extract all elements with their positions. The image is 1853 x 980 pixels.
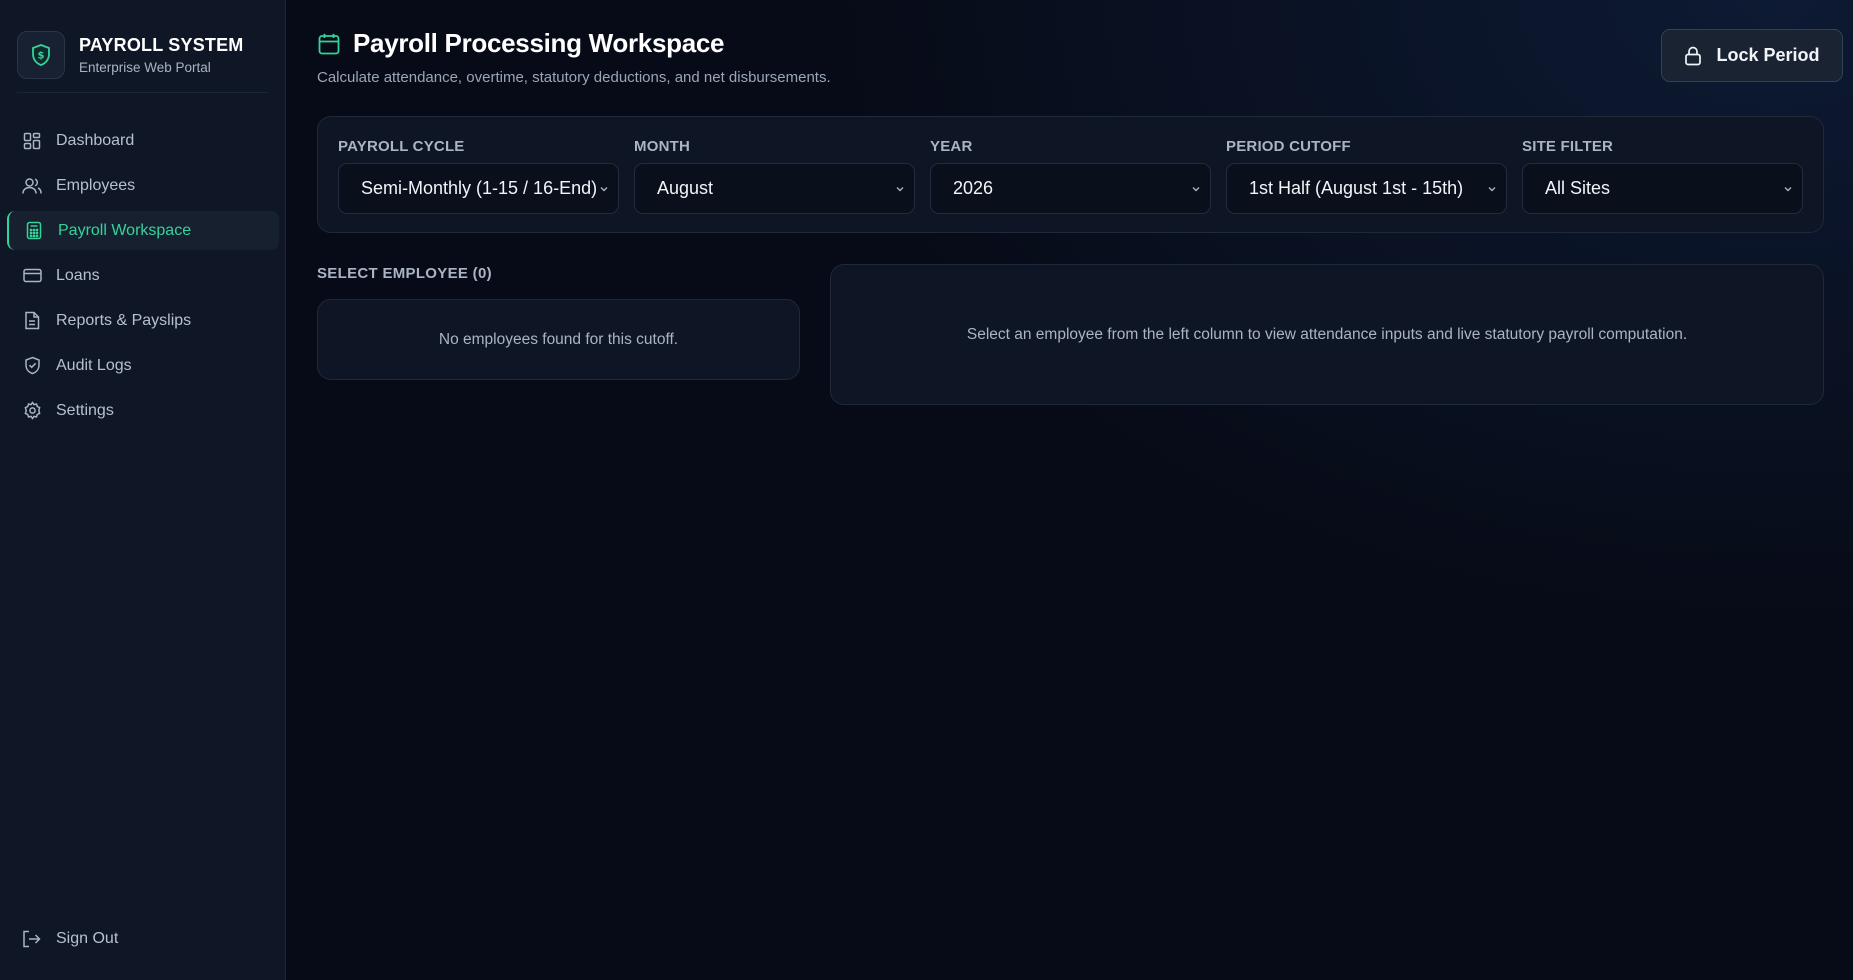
month-value: August — [657, 178, 714, 198]
employee-detail-panel: Select an employee from the left column … — [830, 264, 1824, 405]
period-cutoff-select[interactable]: 1st Half (August 1st - 15th) — [1226, 163, 1507, 214]
month-select[interactable]: August — [634, 163, 915, 214]
credit-card-icon — [22, 266, 42, 286]
gear-icon — [22, 401, 42, 421]
shield-dollar-icon: $ — [17, 31, 65, 79]
sidebar-nav: Dashboard Employees Payroll Workspace Lo… — [0, 121, 286, 436]
lock-icon — [1684, 46, 1704, 66]
sidebar: $ PAYROLL SYSTEM Enterprise Web Portal D… — [0, 0, 286, 980]
sidebar-item-label: Audit Logs — [56, 356, 132, 374]
employee-empty-message: No employees found for this cutoff. — [438, 330, 679, 348]
sidebar-item-label: Loans — [56, 266, 100, 284]
lock-period-button[interactable]: Lock Period — [1661, 29, 1843, 82]
page-header: Payroll Processing Workspace Calculate a… — [317, 28, 831, 86]
filters-panel: PAYROLL CYCLE Semi-Monthly (1-15 / 16-En… — [317, 116, 1824, 233]
sidebar-item-loans[interactable]: Loans — [7, 256, 279, 295]
detail-placeholder: Select an employee from the left column … — [966, 325, 1688, 343]
calendar-icon — [317, 32, 341, 56]
shield-check-icon — [22, 356, 42, 376]
sidebar-item-payroll-workspace[interactable]: Payroll Workspace — [7, 211, 279, 250]
file-icon — [22, 311, 42, 331]
page-title-row: Payroll Processing Workspace — [317, 28, 831, 59]
payroll-cycle-label: PAYROLL CYCLE — [338, 138, 465, 155]
chevron-down-icon — [896, 187, 904, 192]
sidebar-item-label: Reports & Payslips — [56, 311, 192, 329]
chevron-down-icon — [600, 187, 608, 192]
employee-list-heading: SELECT EMPLOYEE (0) — [317, 265, 492, 282]
sign-out-label: Sign Out — [56, 930, 119, 947]
year-filter: YEAR 2026 — [930, 138, 1211, 214]
sidebar-item-audit-logs[interactable]: Audit Logs — [7, 346, 279, 385]
year-label: YEAR — [930, 138, 973, 155]
calculator-icon — [24, 221, 44, 241]
sidebar-item-reports-payslips[interactable]: Reports & Payslips — [7, 301, 279, 340]
year-value: 2026 — [953, 178, 994, 198]
main-content: Payroll Processing Workspace Calculate a… — [287, 0, 1853, 980]
sidebar-item-dashboard[interactable]: Dashboard — [7, 121, 279, 160]
chevron-down-icon — [1192, 187, 1200, 192]
sidebar-item-label: Employees — [56, 176, 136, 194]
page-title: Payroll Processing Workspace — [353, 28, 725, 58]
sidebar-item-label: Settings — [56, 401, 114, 419]
brand-subtitle: Enterprise Web Portal — [79, 60, 211, 75]
chevron-down-icon — [1488, 187, 1496, 192]
sidebar-item-employees[interactable]: Employees — [7, 166, 279, 205]
brand: $ PAYROLL SYSTEM Enterprise Web Portal — [17, 30, 268, 93]
employee-list-empty: No employees found for this cutoff. — [317, 299, 800, 380]
site-filter-label: SITE FILTER — [1522, 138, 1614, 155]
payroll-cycle-filter: PAYROLL CYCLE Semi-Monthly (1-15 / 16-En… — [338, 138, 619, 214]
lock-period-label: Lock Period — [1716, 45, 1820, 65]
brand-title: PAYROLL SYSTEM — [79, 35, 244, 55]
users-icon — [22, 176, 42, 196]
sign-out-button[interactable]: Sign Out — [22, 929, 118, 949]
site-filter-value: All Sites — [1545, 178, 1611, 198]
site-filter: SITE FILTER All Sites — [1522, 138, 1803, 214]
period-cutoff-value: 1st Half (August 1st - 15th) — [1249, 178, 1464, 198]
sign-out-icon — [22, 929, 42, 949]
period-cutoff-filter: PERIOD CUTOFF 1st Half (August 1st - 15t… — [1226, 138, 1507, 214]
svg-text:$: $ — [38, 51, 45, 62]
sidebar-item-settings[interactable]: Settings — [7, 391, 279, 430]
chevron-down-icon — [1784, 187, 1792, 192]
month-label: MONTH — [634, 138, 690, 155]
sidebar-item-label: Payroll Workspace — [58, 221, 192, 239]
payroll-cycle-select[interactable]: Semi-Monthly (1-15 / 16-End) — [338, 163, 619, 214]
dashboard-icon — [22, 131, 42, 151]
year-select[interactable]: 2026 — [930, 163, 1211, 214]
payroll-cycle-value: Semi-Monthly (1-15 / 16-End) — [361, 178, 598, 198]
page-description: Calculate attendance, overtime, statutor… — [317, 69, 831, 86]
site-filter-select[interactable]: All Sites — [1522, 163, 1803, 214]
month-filter: MONTH August — [634, 138, 915, 214]
period-cutoff-label: PERIOD CUTOFF — [1226, 138, 1351, 155]
sidebar-item-label: Dashboard — [56, 131, 135, 149]
